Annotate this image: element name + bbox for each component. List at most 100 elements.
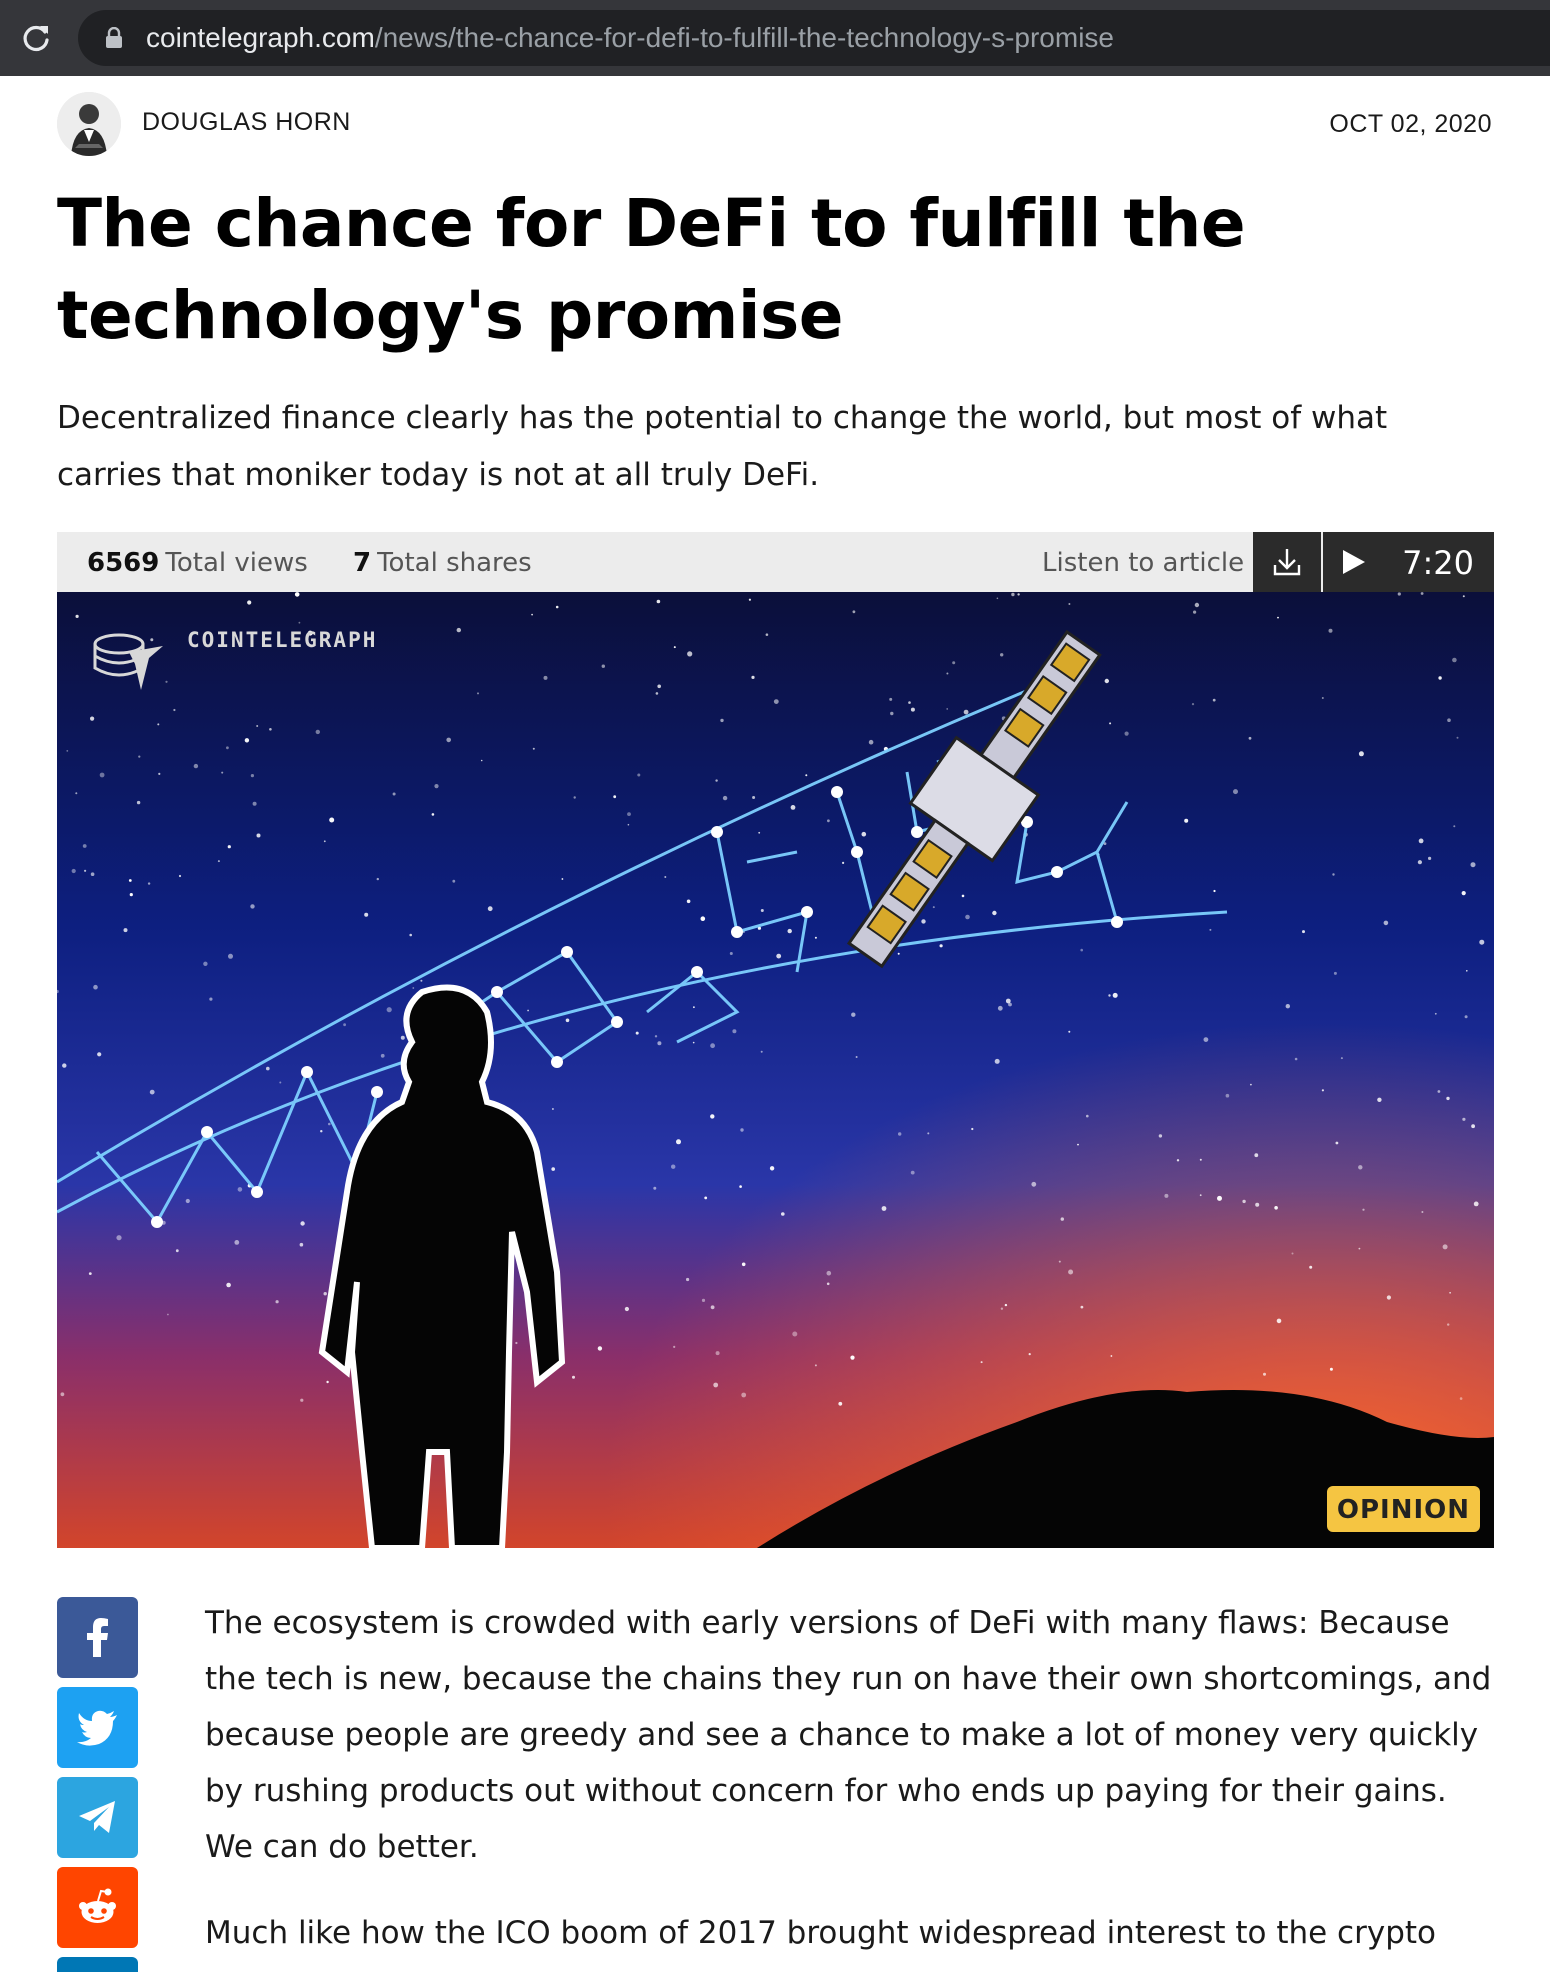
star (653, 1186, 657, 1190)
star (256, 833, 261, 838)
star (392, 792, 396, 796)
star (814, 936, 817, 939)
share-linkedin-button[interactable] (57, 1957, 138, 1972)
star (1333, 971, 1337, 975)
star (655, 692, 659, 695)
star (827, 819, 830, 823)
star (908, 701, 911, 704)
star (635, 1031, 639, 1035)
star (244, 738, 250, 743)
author-name[interactable]: DOUGLAS HORN (142, 108, 351, 137)
star (1471, 1124, 1475, 1129)
star (898, 1132, 902, 1136)
star (157, 723, 160, 726)
star (1077, 1143, 1079, 1146)
star (1274, 1206, 1278, 1210)
star (946, 708, 948, 710)
star (890, 711, 894, 716)
address-bar[interactable]: cointelegraph.com/news/the-chance-for-de… (78, 10, 1550, 66)
star (687, 651, 693, 657)
star (1011, 592, 1015, 597)
star (167, 1313, 169, 1316)
share-reddit-button[interactable] (57, 1867, 138, 1948)
article-paragraph: The ecosystem is crowded with early vers… (205, 1605, 1492, 1865)
article-paragraph: Much like how the ICO boom of 2017 broug… (205, 1915, 1436, 1951)
star (480, 759, 483, 762)
star (250, 904, 255, 909)
star (409, 933, 413, 937)
star (380, 1053, 385, 1058)
star (551, 1108, 554, 1110)
star (477, 692, 479, 695)
reload-icon[interactable] (18, 20, 54, 56)
share-twitter-button[interactable] (57, 1687, 138, 1768)
star (992, 910, 997, 916)
opinion-badge[interactable]: OPINION (1326, 1486, 1480, 1532)
views-count: 6569 (87, 548, 160, 578)
star (565, 1018, 570, 1023)
star (1421, 1211, 1424, 1213)
star (129, 893, 133, 897)
star (732, 1029, 737, 1034)
star (671, 1164, 676, 1169)
total-views: 6569 Total views (87, 548, 308, 578)
star (138, 755, 141, 758)
star (850, 1355, 855, 1360)
star (136, 800, 141, 805)
star (116, 1235, 122, 1241)
star (1447, 718, 1451, 722)
author-avatar[interactable] (57, 92, 121, 156)
star (252, 801, 257, 806)
star (881, 1206, 887, 1211)
star (551, 1167, 555, 1171)
star (456, 627, 461, 633)
star (910, 1170, 915, 1175)
star (787, 928, 792, 934)
star (90, 872, 95, 876)
star (1294, 1057, 1298, 1061)
star (1277, 616, 1279, 619)
star (1213, 889, 1216, 893)
star (627, 823, 630, 826)
star (88, 1272, 92, 1275)
star (715, 779, 718, 782)
star (128, 879, 132, 882)
share-facebook-button[interactable] (57, 1597, 138, 1678)
star (826, 1282, 830, 1286)
star (1447, 1323, 1450, 1326)
star (294, 592, 300, 597)
star (227, 845, 231, 849)
star (897, 952, 900, 955)
star (1199, 1158, 1202, 1161)
star (776, 953, 782, 959)
play-audio-button[interactable]: 7:20 (1323, 532, 1494, 592)
star (597, 1346, 603, 1351)
star (97, 1052, 102, 1057)
star (664, 876, 667, 878)
star (1110, 1355, 1113, 1357)
star (1217, 1195, 1222, 1201)
star (963, 709, 969, 715)
star (1164, 1193, 1169, 1198)
star (889, 697, 893, 701)
share-telegram-button[interactable] (57, 1777, 138, 1858)
star (773, 699, 779, 704)
star (971, 1127, 974, 1131)
star (921, 919, 926, 924)
star (657, 684, 661, 689)
star (686, 1277, 690, 1282)
download-audio-button[interactable] (1253, 532, 1321, 592)
star (527, 1009, 529, 1012)
star (1291, 1252, 1294, 1255)
star (328, 1122, 331, 1126)
star (855, 1056, 858, 1058)
star (123, 928, 128, 933)
star (185, 1198, 190, 1204)
star (1285, 1004, 1291, 1009)
star (323, 840, 326, 843)
views-label: Total views (165, 548, 308, 578)
star (686, 899, 691, 904)
star (1000, 1307, 1004, 1310)
cointelegraph-logo-icon (93, 633, 163, 690)
star (1340, 1057, 1343, 1060)
